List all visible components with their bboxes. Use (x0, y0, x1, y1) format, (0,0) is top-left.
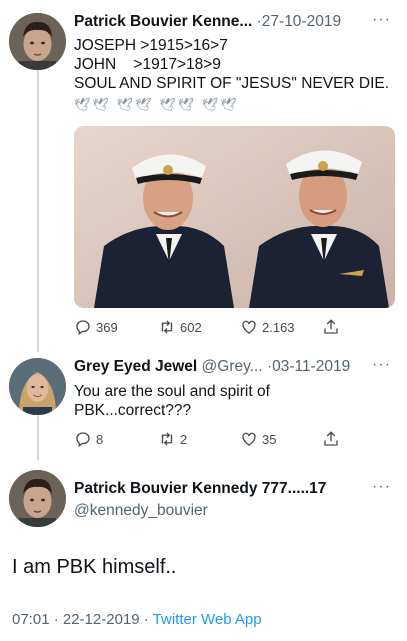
tweet-1-date[interactable]: ·27-10-2019 (257, 13, 341, 30)
main-tweet-text: I am PBK himself.. (12, 556, 177, 578)
avatar-patrick-main[interactable] (9, 470, 66, 527)
like-icon (242, 320, 256, 334)
share-icon (324, 319, 338, 334)
tweet-1-author[interactable]: Patrick Bouvier Kenne... (74, 13, 252, 30)
tweet-1-reply-button[interactable]: 369 (74, 318, 118, 336)
main-tweet-header: Patrick Bouvier Kennedy 777.....17 (74, 480, 326, 498)
tweet-2-share-button[interactable] (322, 430, 344, 448)
tweet-2-more-icon[interactable]: ··· (372, 356, 391, 374)
tweet-1-photo[interactable] (74, 126, 395, 308)
share-icon (324, 431, 338, 446)
avatar-grey-eyed-jewel[interactable] (9, 358, 66, 415)
retweet-icon (161, 320, 173, 334)
tweet-1-text: JOSEPH >1915>16>7 JOHN >1917>18>9 SOUL A… (74, 36, 389, 93)
tweet-1-like-count: 2.163 (262, 319, 295, 335)
tweet-2-retweet-count: 2 (180, 431, 188, 447)
tweet-2-author[interactable]: Grey Eyed Jewel (74, 358, 197, 375)
tweet-2-like-count: 35 (262, 431, 277, 447)
main-tweet-timestamp[interactable]: 07:01 · 22-12-2019 · (12, 611, 153, 628)
tweet-1-more-icon[interactable]: ··· (372, 11, 391, 29)
tweet-2-reply-count: 8 (96, 431, 104, 447)
tweet-1-retweet-count: 602 (180, 319, 202, 335)
tweet-1-line-3: SOUL AND SPIRIT OF "JESUS" NEVER DIE. (74, 75, 390, 92)
tweet-2-handle[interactable]: @Grey... (202, 358, 263, 375)
tweet-2-header: Grey Eyed Jewel @Grey... ·03-11-2019 (74, 358, 350, 376)
avatar-patrick[interactable] (9, 13, 66, 70)
tweet-2-retweet-button[interactable]: 2 (158, 430, 187, 448)
retweet-icon (161, 432, 173, 446)
main-tweet-handle[interactable]: @kennedy_bouvier (74, 502, 208, 520)
tweet-1-header: Patrick Bouvier Kenne... ·27-10-2019 (74, 13, 341, 31)
main-tweet-author[interactable]: Patrick Bouvier Kennedy 777.....17 (74, 480, 326, 497)
tweet-2-text: You are the soul and spirit of PBK...cor… (74, 382, 270, 420)
tweet-1-line-2: JOHN >1917>18>9 (74, 56, 221, 73)
tweet-2-line-2: PBK...correct??? (74, 402, 192, 419)
tweet-2-date[interactable]: ·03-11-2019 (267, 358, 350, 375)
like-icon (242, 432, 256, 446)
tweet-1-reply-count: 369 (96, 319, 118, 335)
reply-icon (76, 432, 90, 448)
tweet-1-like-button[interactable]: 2.163 (240, 318, 295, 336)
tweet-1-retweet-button[interactable]: 602 (158, 318, 202, 336)
main-tweet-more-icon[interactable]: ··· (372, 478, 391, 496)
tweet-2-line-1: You are the soul and spirit of (74, 383, 270, 400)
thread-connector-line-2 (37, 415, 39, 460)
tweet-2-like-button[interactable]: 35 (240, 430, 276, 448)
thread-connector-line (37, 70, 39, 352)
main-tweet-app-link[interactable]: Twitter Web App (153, 611, 262, 628)
tweet-1-line-1: JOSEPH >1915>16>7 (74, 37, 228, 54)
reply-icon (76, 320, 90, 336)
dove-emoji-row: 🕊🕊 🕊🕊 🕊🕊 🕊🕊 (74, 97, 239, 112)
main-tweet-footer: 07:01 · 22-12-2019 · Twitter Web App (12, 611, 262, 628)
tweet-2-reply-button[interactable]: 8 (74, 430, 103, 448)
tweet-1-share-button[interactable] (322, 318, 344, 336)
